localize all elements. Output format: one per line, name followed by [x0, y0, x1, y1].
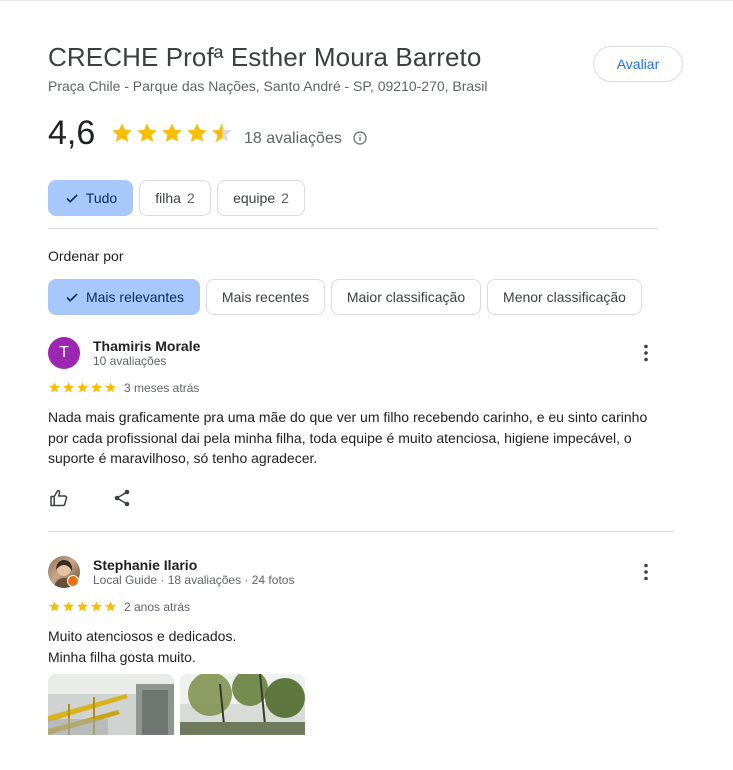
thumbs-up-icon[interactable]: [49, 488, 69, 508]
average-rating: 4,6: [48, 114, 96, 152]
review-text-line: Minha filha gosta muito.: [48, 648, 196, 665]
star-icon: [49, 382, 60, 393]
filter-chip-count: 2: [186, 190, 195, 206]
info-icon[interactable]: [353, 131, 367, 145]
local-guide-badge: [67, 575, 79, 587]
sort-chip-label: Menor classificação: [503, 289, 626, 305]
filter-chip-filha[interactable]: filha 2: [139, 180, 211, 216]
filter-chip-count: 2: [281, 190, 289, 206]
filter-chip-label: Tudo: [85, 190, 118, 206]
star-icon: [63, 382, 74, 393]
average-rating-stars: [110, 121, 234, 145]
review-text-line: por cada profissional dai pela minha fil…: [48, 429, 632, 446]
place-title: CRECHE Profª Esther Moura Barreto: [48, 42, 482, 72]
review-date: 2 anos atrás: [124, 600, 191, 614]
more-vert-icon[interactable]: [634, 560, 658, 584]
review-stars: [48, 600, 117, 613]
review-author-meta: Local Guide · 18 avaliações · 24 fotos: [93, 573, 295, 587]
review-text-line: suporte é maravilhoso, só tenho agradece…: [48, 450, 318, 466]
filter-chip-label: equipe: [233, 190, 276, 206]
rate-button[interactable]: Avaliar: [593, 46, 683, 82]
star-icon: [77, 601, 88, 612]
review-photo[interactable]: [48, 674, 174, 735]
place-address: Praça Chile - Parque das Nações, Santo A…: [48, 78, 488, 94]
sort-chip-highest[interactable]: Maior classificação: [331, 279, 481, 315]
review-author[interactable]: Stephanie Ilario: [93, 557, 197, 573]
filter-chip-tudo[interactable]: Tudo: [48, 180, 133, 216]
avatar[interactable]: T: [48, 337, 80, 369]
review-photo-image: [48, 674, 174, 735]
sort-chip-label: Maior classificação: [346, 289, 466, 305]
review-divider: [48, 531, 674, 532]
star-icon: [187, 123, 207, 142]
star-icon: [49, 601, 60, 612]
review-text-line: Muito atenciosos e dedicados.: [48, 628, 237, 644]
review-text: Muito atenciosos e dedicados. Minha filh…: [48, 626, 668, 667]
review-photo[interactable]: [180, 674, 305, 735]
star-icon: [91, 601, 102, 612]
review-author[interactable]: Thamiris Morale: [93, 338, 200, 354]
filter-chip-label: filha: [155, 190, 181, 206]
star-icon: [105, 601, 116, 612]
review-stars: [48, 381, 117, 394]
review-date: 3 meses atrás: [124, 381, 200, 395]
star-icon: [105, 382, 116, 393]
section-divider: [48, 228, 658, 229]
check-icon: [66, 194, 78, 203]
star-icon: [77, 382, 88, 393]
share-icon[interactable]: [112, 488, 132, 508]
star-icon: [112, 123, 132, 142]
half-star-icon: [212, 123, 232, 142]
star-icon: [137, 123, 157, 142]
review-count: 18 avaliações: [244, 130, 342, 147]
star-icon: [63, 601, 74, 612]
filter-chip-equipe[interactable]: equipe 2: [217, 180, 305, 216]
top-border: [0, 0, 733, 1]
check-icon: [66, 293, 78, 302]
sort-chip-recent[interactable]: Mais recentes: [206, 279, 325, 315]
review-text-line: Nada mais graficamente pra uma mãe do qu…: [48, 409, 648, 425]
review-photo-image: [180, 674, 305, 735]
star-icon: [91, 382, 102, 393]
more-vert-icon[interactable]: [634, 341, 658, 365]
sort-chip-label: Mais relevantes: [85, 289, 185, 305]
sort-chip-lowest[interactable]: Menor classificação: [487, 279, 642, 315]
sort-chip-relevant[interactable]: Mais relevantes: [48, 279, 200, 315]
sort-chip-label: Mais recentes: [221, 289, 310, 305]
review-text: Nada mais graficamente pra uma mãe do qu…: [48, 407, 668, 469]
review-author-meta: 10 avaliações: [93, 354, 167, 368]
sort-label: Ordenar por: [48, 248, 124, 264]
star-icon: [162, 123, 182, 142]
